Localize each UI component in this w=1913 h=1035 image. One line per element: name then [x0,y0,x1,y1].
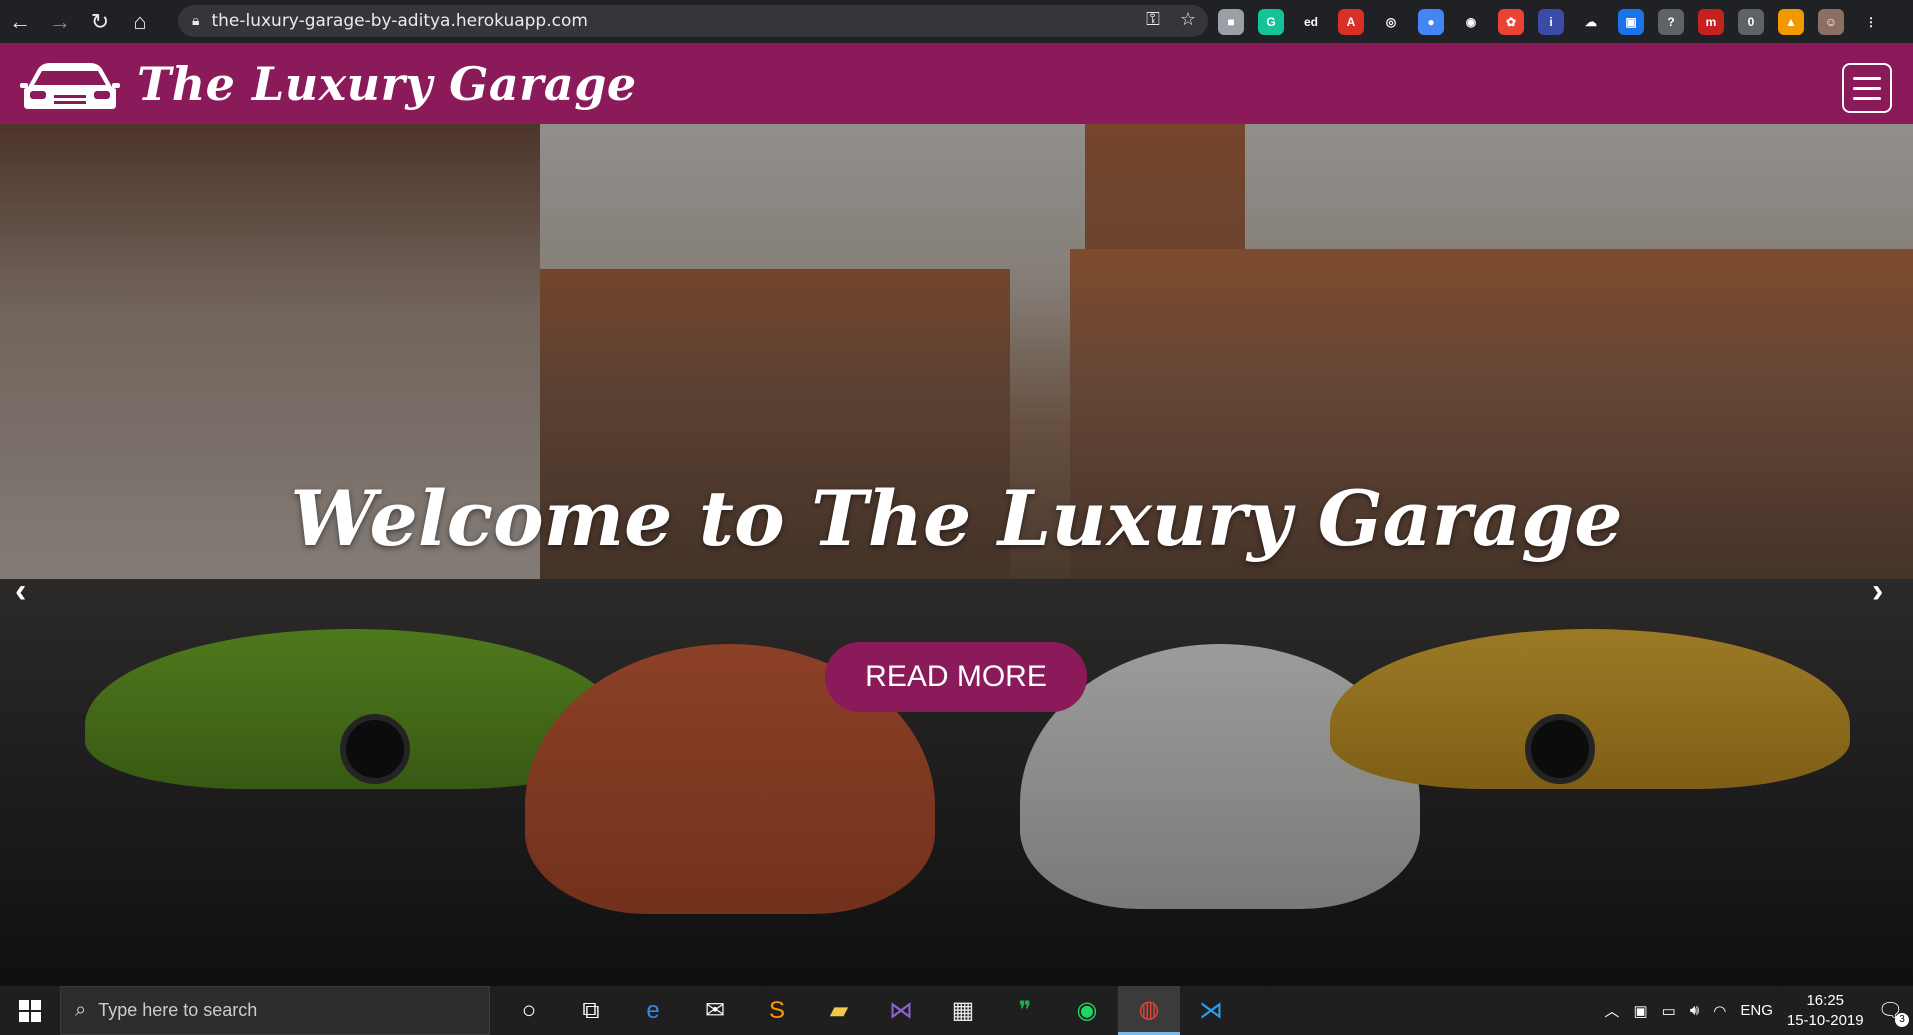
red-m-icon[interactable]: m [1698,8,1724,35]
read-more-button[interactable]: READ MORE [825,642,1087,712]
back-icon[interactable]: ← [0,0,40,43]
cortana-icon[interactable]: ○ [498,986,560,1035]
taskbar-search-input[interactable]: ⌕ Type here to search [60,986,490,1035]
mail-icon[interactable]: ✉ [684,986,746,1035]
blue-square-icon[interactable]: ▣ [1618,8,1644,35]
notification-count: 3 [1895,1013,1909,1027]
spotify-icon[interactable]: ◉ [1056,986,1118,1035]
edge-icon[interactable]: e [622,986,684,1035]
language-indicator[interactable]: ENG [1740,1002,1773,1019]
sublime-icon[interactable]: S [746,986,808,1035]
clock-date: 15-10-2019 [1786,1011,1864,1029]
task-view-icon[interactable]: ⧉ [560,986,622,1035]
clock-time: 16:25 [1806,991,1845,1009]
network-alert-icon[interactable]: ▣ [1633,1002,1647,1020]
home-icon[interactable]: ⌂ [120,0,160,43]
notifications-icon[interactable]: 🗨︎ 3 [1878,998,1909,1027]
counter-icon[interactable]: 0 [1738,8,1764,35]
site-brand[interactable]: The Luxury Garage [137,57,637,111]
carousel-next-icon[interactable]: › [1872,572,1883,611]
volume-icon[interactable]: 🔊︎ [1690,1002,1699,1019]
file-explorer-icon[interactable]: ▰ [808,986,870,1035]
store-icon[interactable]: ▦ [932,986,994,1035]
red-app-icon[interactable]: ✿ [1498,8,1524,35]
blue-circle-icon[interactable]: ● [1418,8,1444,35]
extensions-bar: ■ Ged A ◎ ● ◉ ✿ i ☁ ▣? m 0 ▲ ☺ ⋮ [1218,0,1884,43]
site-navbar: The Luxury Garage [0,43,1913,124]
clock[interactable]: 16:25 15-10-2019 [1787,991,1864,1031]
bookmark-star-icon[interactable]: ☆ [1180,9,1196,30]
vscode-icon[interactable]: ⋊ [1180,986,1242,1035]
chrome-icon[interactable]: ◍ [1118,986,1180,1035]
hero-title: Welcome to The Luxury Garage [290,474,1623,563]
wifi-icon[interactable]: ◠ [1713,1002,1726,1020]
car-logo-icon[interactable] [20,57,120,115]
gray-bubble-icon[interactable]: ? [1658,8,1684,35]
cube-extension-icon[interactable]: ■ [1218,8,1244,35]
windows-taskbar: ⌕ Type here to search ○ ⧉ e ✉ S ▰ ⋈ ▦ ❞ ◉ ◍ ⋊ ︿ ▣ ▭… [0,986,1913,1035]
hangouts-icon[interactable]: ❞ [994,986,1056,1035]
carousel-prev-icon[interactable]: ‹ [15,572,26,611]
grammarly-icon[interactable]: G [1258,8,1284,35]
lock-icon: 🔒︎ [192,13,200,29]
bulb-icon[interactable]: ◎ [1378,8,1404,35]
battery-icon[interactable]: ▭ [1662,1002,1676,1020]
url-text[interactable]: the-luxury-garage-by-aditya.herokuapp.co… [211,11,587,31]
target-icon[interactable]: ◉ [1458,8,1484,35]
forward-icon[interactable]: → [40,0,80,43]
windows-start-icon[interactable] [0,986,60,1035]
cloud-icon[interactable]: ☁ [1578,8,1604,35]
blue-book-icon[interactable]: i [1538,8,1564,35]
search-icon: ⌕ [75,999,87,1021]
fox-icon[interactable]: ▲ [1778,8,1804,35]
taskbar-search-placeholder: Type here to search [98,1000,258,1020]
visual-studio-icon[interactable]: ⋈ [870,986,932,1035]
reload-icon[interactable]: ↻ [80,0,120,43]
pdf-icon[interactable]: A [1338,8,1364,35]
hero-carousel: Welcome to The Luxury Garage READ MORE ‹… [0,124,1913,986]
taskbar-apps: ○ ⧉ e ✉ S ▰ ⋈ ▦ ❞ ◉ ◍ ⋊ [498,986,1242,1035]
system-tray: ︿ ▣ ▭ 🔊︎ ◠ ENG 16:25 15-10-2019 🗨︎ 3 [1604,986,1913,1035]
address-bar[interactable]: 🔒︎ the-luxury-garage-by-aditya.herokuapp… [178,5,1208,37]
hamburger-menu-button[interactable] [1842,63,1892,113]
key-icon[interactable]: ⚿ [1146,9,1160,30]
ed-icon[interactable]: ed [1298,8,1324,35]
menu-dots-icon[interactable]: ⋮ [1858,8,1884,35]
chevron-up-icon[interactable]: ︿ [1604,1000,1619,1021]
profile-avatar-icon[interactable]: ☺ [1818,8,1844,35]
